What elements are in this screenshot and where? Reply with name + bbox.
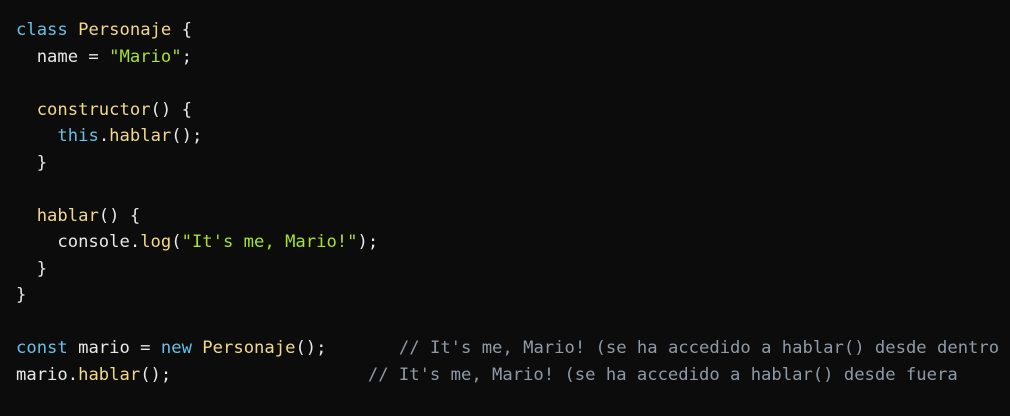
code-token-keyword: this: [57, 126, 99, 146]
code-token-function: hablar: [109, 126, 172, 146]
code-token-function: hablar: [36, 205, 99, 226]
code-token-keyword: class: [16, 20, 68, 40]
code-token-punct: ();: [171, 126, 203, 146]
code-token-plain: console.: [16, 232, 141, 252]
code-token-class: Personaje: [202, 338, 296, 358]
code-line: name = "Mario";: [16, 44, 999, 71]
code-token-punct: }: [16, 285, 27, 305]
code-token-punct: ();: [140, 364, 172, 385]
code-line: const mario = new Personaje(); // It's m…: [16, 335, 999, 362]
code-token-comment: // It's me, Mario! (se ha accedido a hab…: [367, 364, 958, 385]
code-token-keyword: const: [16, 338, 68, 358]
code-line: class Personaje {: [16, 17, 999, 44]
code-token-plain: name =: [16, 46, 110, 67]
code-token-plain: mario.: [16, 364, 79, 385]
code-token-punct: (: [171, 232, 182, 252]
code-token-punct: }: [16, 258, 48, 279]
code-token-function: log: [140, 232, 172, 252]
code-line: this.hablar();: [16, 123, 999, 150]
code-block: class Personaje { name = "Mario"; constr…: [16, 17, 999, 388]
code-token-punct: ;: [181, 46, 192, 67]
code-editor: class Personaje { name = "Mario"; constr…: [0, 0, 1010, 416]
code-token-string: "It's me, Mario!": [181, 232, 358, 252]
code-token-punct: {: [171, 20, 192, 40]
code-token-punct: () {: [150, 99, 192, 120]
code-line: }: [16, 282, 999, 309]
code-token-function: constructor: [36, 99, 151, 120]
code-line: }: [16, 150, 999, 177]
code-token-keyword: new: [160, 338, 192, 358]
code-token-plain: mario =: [67, 338, 161, 358]
code-token-class: Personaje: [78, 20, 172, 40]
code-token-punct: () {: [98, 205, 141, 226]
code-token-punct: }: [16, 152, 48, 173]
code-token-punct: ();: [295, 338, 327, 358]
code-token-function: hablar: [78, 364, 141, 385]
code-line: mario.hablar(); // It's me, Mario! (se h…: [16, 362, 999, 389]
code-token-comment: // It's me, Mario! (se ha accedido a hab…: [398, 338, 1000, 358]
code-line: constructor() {: [16, 97, 999, 124]
code-token-punct: .: [98, 126, 110, 146]
code-line: hablar() {: [16, 203, 999, 230]
code-line: console.log("It's me, Mario!");: [16, 229, 999, 256]
code-token-string: "Mario": [109, 46, 182, 67]
code-token-punct: );: [357, 232, 379, 252]
code-line: }: [16, 256, 999, 283]
